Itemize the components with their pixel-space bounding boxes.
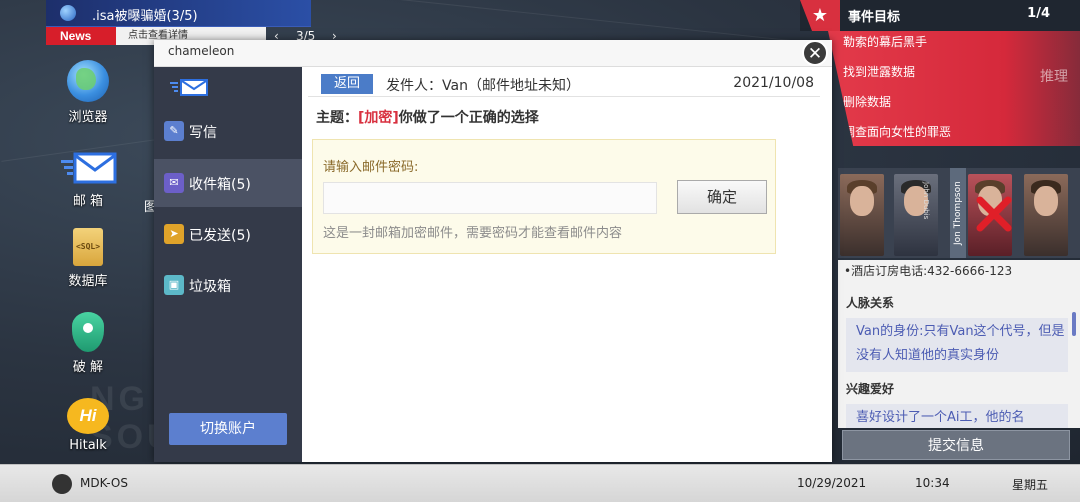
confirm-button[interactable]: 确定 <box>677 180 767 214</box>
info-hotel-line: •酒店订房电话:432-6666-123 <box>844 264 1013 278</box>
mail-logo-icon <box>170 79 208 96</box>
bg-line <box>401 0 799 42</box>
info-scrollbar[interactable] <box>1072 312 1076 336</box>
desktop-icon-mail[interactable]: 邮 箱 <box>48 150 128 209</box>
message-subject: 主题：[加密]你做了一个正确的选择 <box>316 107 539 127</box>
message-date: 2021/10/08 <box>733 75 814 91</box>
subject-prefix: 主题： <box>316 110 358 126</box>
message-header: 返回 发件人：Van（邮件地址未知） 2021/10/08 <box>308 71 820 97</box>
suspect-name-tag: Jon Thompson <box>950 168 966 258</box>
mail-titlebar: chameleon <box>154 40 832 67</box>
taskbar: MDK-OS 10/29/2021 10:34 星期五 <box>0 464 1080 502</box>
message-sender: 发件人：Van（邮件地址未知） <box>386 78 580 94</box>
desktop-icon-label: 破 解 <box>72 360 104 375</box>
info-hobby-heading: 兴趣爱好 <box>846 382 895 396</box>
goal-item[interactable]: 找到泄露数据 <box>843 63 915 80</box>
info-hobby-text: 喜好设计了一个Ai工，他的名 <box>846 404 1068 428</box>
sidebar-item-label: 收件箱(5) <box>189 177 251 193</box>
desktop-icon-label: Hitalk <box>69 438 107 453</box>
hitalk-icon: Hi <box>67 398 109 434</box>
mail-content: 返回 发件人：Van（邮件地址未知） 2021/10/08 主题：[加密]你做了… <box>302 67 832 462</box>
goal-item[interactable]: 删除数据 <box>843 93 891 110</box>
event-goals-count: 1/4 <box>1027 6 1050 21</box>
event-goals-panel: ★ 事件目标 1/4 勒索的幕后黑手 找到泄露数据 删除数据 调查面向女性的罪恶 <box>800 0 1080 162</box>
desktop-icon-hitalk[interactable]: Hi Hitalk <box>48 398 128 453</box>
password-hint: 这是一封邮箱加密邮件，需要密码才能查看邮件内容 <box>323 226 623 241</box>
taskbar-weekday: 星期五 <box>1012 478 1049 492</box>
password-input[interactable] <box>323 182 657 214</box>
back-button[interactable]: 返回 <box>321 74 373 94</box>
desktop: NG SOUT .isa被曝骗婚(3/5) News 点击查看详情 ‹ 3/5 … <box>0 0 1080 464</box>
globe-icon <box>60 5 76 21</box>
send-icon: ➤ <box>164 224 184 244</box>
taskbar-date: 10/29/2021 <box>797 476 867 490</box>
mail-sidebar: ✎ 写信 ✉ 收件箱(5) ➤ 已发送(5) ▣ 垃圾箱 切换账户 <box>154 67 302 462</box>
suspect-portrait[interactable] <box>840 174 884 256</box>
mail-window: chameleon ✎ 写信 ✉ 收件箱(5) ➤ 已发送(5) ▣ 垃圾箱 切… <box>154 40 832 462</box>
trash-icon: ▣ <box>164 275 184 295</box>
sql-database-icon: <SQL> <box>73 228 103 266</box>
desktop-icon-label: 邮 箱 <box>72 194 104 209</box>
star-icon: ★ <box>800 0 840 31</box>
desktop-icon-label: 数据库 <box>68 274 108 289</box>
info-relation-heading: 人脉关系 <box>846 296 895 310</box>
subject-text: 你做了一个正确的选择 <box>398 110 539 126</box>
compose-icon: ✎ <box>164 121 184 141</box>
desktop-icon-browser[interactable]: 浏览器 <box>48 60 128 125</box>
suspect-portrait[interactable]: John Dubis <box>894 174 938 256</box>
goal-item[interactable]: 调查面向女性的罪恶 <box>843 123 951 140</box>
sidebar-item-label: 已发送(5) <box>189 228 251 244</box>
close-icon: ✕ <box>807 44 823 64</box>
mail-window-title: chameleon <box>168 44 235 58</box>
suspect-portrait[interactable] <box>1024 174 1068 256</box>
event-goals-list: 勒索的幕后黑手 找到泄露数据 删除数据 调查面向女性的罪恶 <box>828 31 1080 146</box>
key-shield-icon <box>72 312 104 352</box>
event-goals-header: ★ 事件目标 1/4 <box>800 0 1080 31</box>
password-prompt: 请输入邮件密码: 确定 这是一封邮箱加密邮件，需要密码才能查看邮件内容 <box>312 139 776 254</box>
submit-info-button[interactable]: 提交信息 <box>842 430 1070 460</box>
news-label: News <box>46 27 116 45</box>
os-logo-icon[interactable] <box>52 474 72 494</box>
desktop-icon-label: 浏览器 <box>68 110 108 125</box>
os-name: MDK-OS <box>80 476 128 490</box>
info-relation-text: Van的身份:只有Van这个代号，但是没有人知道他的真实身份 <box>846 318 1068 372</box>
taskbar-time: 10:34 <box>915 476 950 490</box>
sidebar-item-compose[interactable]: ✎ 写信 <box>154 107 302 155</box>
news-headline[interactable]: .isa被曝骗婚(3/5) <box>92 5 198 24</box>
sidebar-item-sent[interactable]: ➤ 已发送(5) <box>154 210 302 258</box>
desktop-icon-database[interactable]: <SQL> 数据库 <box>48 228 128 289</box>
close-window-button[interactable]: ✕ <box>802 40 828 66</box>
sidebar-item-trash[interactable]: ▣ 垃圾箱 <box>154 261 302 309</box>
sidebar-item-label: 垃圾箱 <box>189 279 231 295</box>
reasoning-button[interactable]: 推理 <box>1040 66 1068 86</box>
inbox-icon: ✉ <box>164 173 184 193</box>
cross-mark-icon <box>976 196 1012 232</box>
sidebar-item-label: 写信 <box>189 125 217 141</box>
mail-icon <box>59 150 117 186</box>
suspect-name-overlay: John Dubis <box>922 182 930 220</box>
goal-item[interactable]: 勒索的幕后黑手 <box>843 33 927 50</box>
subject-encrypted-tag: [加密] <box>358 110 399 126</box>
news-header: .isa被曝骗婚(3/5) <box>46 0 311 27</box>
desktop-icon-crack[interactable]: 破 解 <box>48 312 128 375</box>
globe-icon <box>67 60 109 102</box>
suspect-info-panel[interactable]: •酒店订房电话:432-6666-123 人脉关系 Van的身份:只有Van这个… <box>838 260 1080 428</box>
password-label: 请输入邮件密码: <box>323 160 419 175</box>
event-goals-title: 事件目标 <box>848 10 901 25</box>
switch-account-button[interactable]: 切换账户 <box>169 413 287 445</box>
sidebar-item-inbox[interactable]: ✉ 收件箱(5) <box>154 159 302 207</box>
suspect-strip: John Dubis Jon Thompson <box>838 168 1080 258</box>
